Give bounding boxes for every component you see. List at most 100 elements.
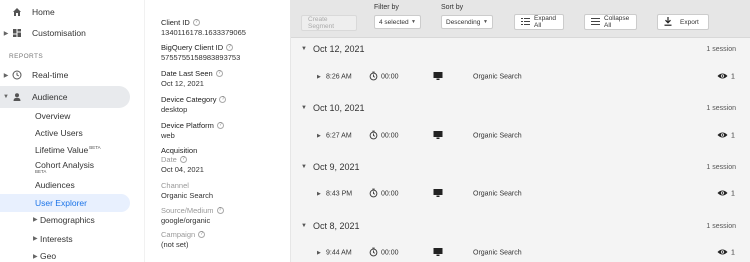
expand-all-button[interactable]: Expand All [514,14,564,30]
reports-section-label: REPORTS [9,53,44,60]
channel-value: Organic Search [161,191,214,200]
nav-demographics[interactable]: Demographics [40,215,95,225]
session-pageviews: 1 [731,249,735,257]
sessions-list: ▼ Oct 12, 2021 1 session ▶ 8:26 AM 00:00… [291,38,750,262]
sidebar: Home ▶ Customisation REPORTS ▶ Real-time… [0,0,144,262]
user-info-panel: Client ID? 1340116178.1633379065 BigQuer… [144,0,291,262]
nav-active-users[interactable]: Active Users [35,128,83,138]
export-button[interactable]: Export [657,14,709,30]
caret-down-icon: ▼ [301,223,307,229]
client-id-label: Client ID [161,18,190,27]
bq-client-id-label: BigQuery Client ID [161,43,224,52]
nav-customisation[interactable]: ▶ Customisation [0,22,130,44]
session-row[interactable]: ▶ 9:44 AM 00:00 Organic Search 1 [291,242,750,262]
source-medium-label: Source/Medium [161,206,214,215]
nav-audience[interactable]: ▼ Audience [0,86,130,108]
nav-home[interactable]: Home [0,1,130,23]
expand-list-icon [521,17,530,27]
device-platform-value: web [161,131,175,140]
session-pageviews: 1 [731,132,735,140]
channel-label: Channel [161,181,189,190]
eye-icon [717,73,728,82]
day-header[interactable]: ▼ Oct 12, 2021 1 session [291,38,750,60]
source-medium-block: Source/Medium? google/organic [161,206,224,225]
session-pageviews: 1 [731,73,735,81]
desktop-icon [433,248,443,259]
collapse-all-label: Collapse All [604,15,630,29]
day-date: Oct 12, 2021 [313,44,365,54]
day-session-count: 1 session [706,104,736,112]
caret-right-icon: ▶ [317,250,321,256]
nav-user-explorer[interactable]: User Explorer [0,194,130,212]
session-duration: 00:00 [381,132,399,140]
session-row[interactable]: ▶ 8:43 PM 00:00 Organic Search 1 [291,183,750,205]
nav-overview[interactable]: Overview [35,111,70,121]
collapse-all-button[interactable]: Collapse All [584,14,637,30]
session-duration: 00:00 [381,190,399,198]
desktop-icon [433,189,443,200]
nav-interests[interactable]: Interests [40,234,73,244]
day-header[interactable]: ▼ Oct 10, 2021 1 session [291,97,750,119]
client-id-value: 1340116178.1633379065 [161,28,246,37]
create-segment-button[interactable]: Create Segment [301,15,357,31]
day-header[interactable]: ▼ Oct 9, 2021 1 session [291,156,750,178]
nav-user-explorer-label: User Explorer [35,198,87,208]
day-header[interactable]: ▼ Oct 8, 2021 1 session [291,215,750,237]
nav-geo[interactable]: Geo [40,251,56,261]
timer-icon [369,247,378,259]
session-time: 6:27 AM [326,132,352,140]
desktop-icon [433,72,443,83]
caret-right-icon: ▶ [33,217,38,223]
home-icon [10,5,24,19]
help-icon[interactable]: ? [226,44,234,51]
acquisition-block: Acquisition Date? Oct 04, 2021 [161,146,204,174]
toolbar: Create Segment Filter by 4 selected ▼ So… [291,0,750,38]
filter-by-select[interactable]: 4 selected ▼ [374,15,421,29]
acquisition-date-label: Date [161,155,177,164]
session-time: 9:44 AM [326,249,352,257]
dropdown-arrow-icon: ▼ [483,19,488,25]
client-id-block: Client ID? 1340116178.1633379065 [161,18,246,37]
nav-audience-label: Audience [32,92,68,102]
download-icon [664,16,672,28]
help-icon[interactable]: ? [216,207,224,214]
session-source: Organic Search [473,190,522,198]
help-icon[interactable]: ? [198,231,206,238]
desktop-icon [433,131,443,142]
bq-client-id-block: BigQuery Client ID? 5755755158983893753 [161,43,240,62]
sort-by-value: Descending [446,18,481,26]
sort-by-label: Sort by [441,4,464,11]
acquisition-date-value: Oct 04, 2021 [161,165,204,174]
caret-right-icon: ▶ [3,30,9,37]
eye-icon [717,132,728,141]
sort-by-select[interactable]: Descending ▼ [441,15,493,29]
session-row[interactable]: ▶ 8:26 AM 00:00 Organic Search 1 [291,66,750,88]
nav-cohort-analysis[interactable]: Cohort Analysis BETA [35,160,94,174]
expand-all-label: Expand All [534,15,557,29]
bq-client-id-value: 5755755158983893753 [161,53,241,62]
nav-audiences[interactable]: Audiences [35,180,75,190]
nav-lifetime-value-label: Lifetime Value [35,145,89,155]
help-icon[interactable]: ? [179,156,187,163]
device-platform-block: Device Platform? web [161,121,224,140]
device-platform-label: Device Platform [161,121,214,130]
timer-icon [369,130,378,142]
session-time: 8:26 AM [326,73,352,81]
caret-down-icon: ▼ [301,164,307,170]
nav-lifetime-value[interactable]: Lifetime ValueBETA [35,145,101,155]
timer-icon [369,188,378,200]
caret-right-icon: ▶ [317,191,321,197]
clock-icon [10,68,24,82]
help-icon[interactable]: ? [216,122,224,129]
caret-right-icon: ▶ [33,254,38,260]
device-category-label: Device Category [161,95,217,104]
caret-right-icon: ▶ [317,133,321,139]
nav-realtime[interactable]: ▶ Real-time [0,64,130,86]
caret-down-icon: ▼ [3,94,9,100]
date-last-seen-label: Date Last Seen [161,69,213,78]
help-icon[interactable]: ? [219,96,227,103]
help-icon[interactable]: ? [192,19,200,26]
session-row[interactable]: ▶ 6:27 AM 00:00 Organic Search 1 [291,125,750,147]
session-pageviews: 1 [731,190,735,198]
help-icon[interactable]: ? [215,70,223,77]
